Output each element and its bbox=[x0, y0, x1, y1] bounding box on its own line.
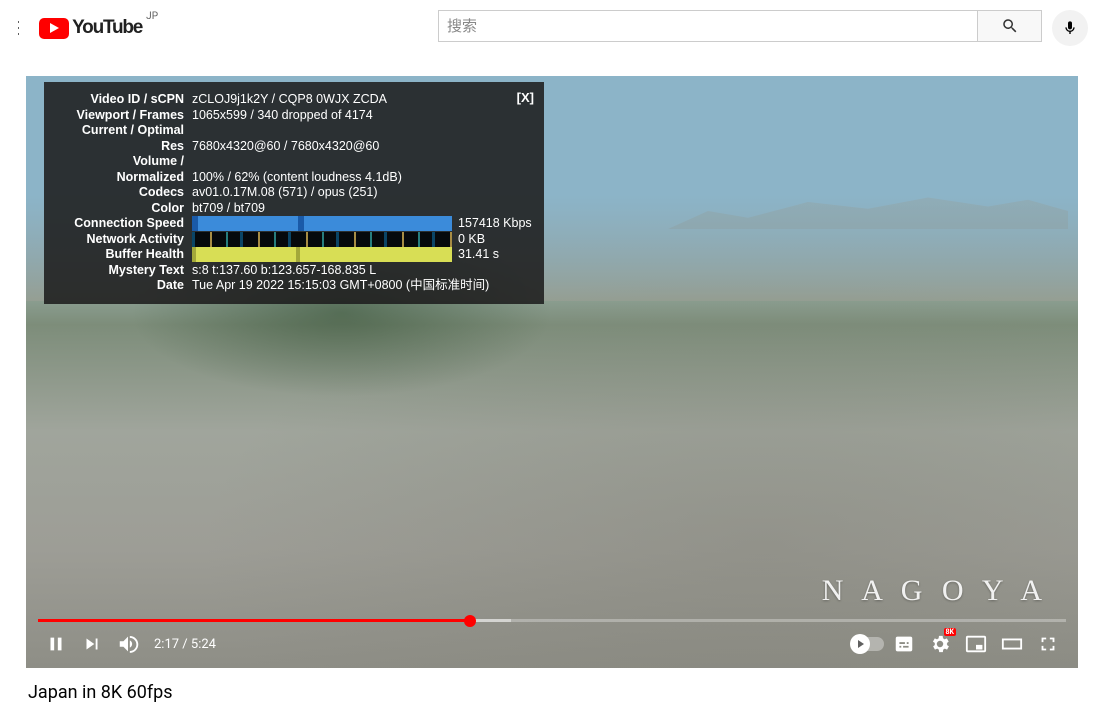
subtitles-button[interactable] bbox=[886, 626, 922, 662]
search-button[interactable] bbox=[978, 10, 1042, 42]
scenery-mountain bbox=[668, 184, 1068, 229]
nerd-row: Volume / bbox=[52, 154, 532, 170]
pause-button[interactable] bbox=[38, 626, 74, 662]
search-form bbox=[438, 10, 1088, 46]
nerd-value: bt709 / bt709 bbox=[192, 201, 532, 216]
nerd-row: Buffer Health 31.41 s bbox=[52, 247, 532, 263]
youtube-icon bbox=[39, 18, 69, 39]
subtitles-icon bbox=[893, 633, 915, 655]
nerd-value: zCLOJ9j1k2Y / CQP8 0WJX ZCDA bbox=[192, 92, 532, 107]
nerd-value: 0 KB bbox=[452, 232, 532, 247]
nerd-row: DateTue Apr 19 2022 15:15:03 GMT+0800 (中… bbox=[52, 278, 532, 294]
theater-button[interactable] bbox=[994, 626, 1030, 662]
nerd-value: Tue Apr 19 2022 15:15:03 GMT+0800 (中国标准时… bbox=[192, 278, 532, 293]
nerd-row: Network Activity 0 KB bbox=[52, 232, 532, 248]
miniplayer-icon bbox=[965, 633, 987, 655]
nerd-label: Current / Optimal bbox=[52, 123, 192, 138]
guide-button[interactable] bbox=[16, 16, 21, 40]
next-icon bbox=[81, 633, 103, 655]
nerd-row: Res7680x4320@60 / 7680x4320@60 bbox=[52, 139, 532, 155]
logo[interactable]: YouTube JP bbox=[39, 17, 158, 39]
volume-button[interactable] bbox=[110, 626, 146, 662]
nerd-label: Mystery Text bbox=[52, 263, 192, 278]
nerd-bar bbox=[192, 216, 452, 231]
fullscreen-button[interactable] bbox=[1030, 626, 1066, 662]
nerd-close-button[interactable]: [X] bbox=[517, 90, 534, 106]
nerd-row: Normalized100% / 62% (content loudness 4… bbox=[52, 170, 532, 186]
search-icon bbox=[1001, 17, 1019, 35]
nerd-label: Video ID / sCPN bbox=[52, 92, 192, 107]
theater-icon bbox=[1001, 633, 1023, 655]
gear-icon bbox=[929, 633, 951, 655]
search-input[interactable] bbox=[438, 10, 978, 42]
autoplay-toggle[interactable] bbox=[850, 626, 886, 662]
player-controls: 2:17 / 5:24 8K bbox=[26, 620, 1078, 668]
video-player[interactable]: N A G O Y A [X] Video ID / sCPNzCLOJ9j1k… bbox=[26, 76, 1078, 668]
settings-button[interactable]: 8K bbox=[922, 626, 958, 662]
volume-icon bbox=[117, 633, 139, 655]
nerd-row: Colorbt709 / bt709 bbox=[52, 201, 532, 217]
nerd-row: Connection Speed 157418 Kbps bbox=[52, 216, 532, 232]
video-title: Japan in 8K 60fps bbox=[28, 682, 1076, 703]
next-button[interactable] bbox=[74, 626, 110, 662]
nerd-value: 1065x599 / 340 dropped of 4174 bbox=[192, 108, 532, 123]
nerd-row: Codecsav01.0.17M.08 (571) / opus (251) bbox=[52, 185, 532, 201]
time-display: 2:17 / 5:24 bbox=[154, 637, 216, 652]
nerd-value: 157418 Kbps bbox=[452, 216, 532, 231]
fullscreen-icon bbox=[1037, 633, 1059, 655]
nerd-value: 7680x4320@60 / 7680x4320@60 bbox=[192, 139, 532, 154]
nerd-label: Viewport / Frames bbox=[52, 108, 192, 123]
microphone-icon bbox=[1062, 20, 1078, 36]
miniplayer-button[interactable] bbox=[958, 626, 994, 662]
nerd-value: av01.0.17M.08 (571) / opus (251) bbox=[192, 185, 532, 200]
video-overlay-text: N A G O Y A bbox=[822, 574, 1048, 608]
pause-icon bbox=[45, 633, 67, 655]
nerd-label: Codecs bbox=[52, 185, 192, 200]
nerd-bar bbox=[192, 247, 452, 262]
nerd-label: Network Activity bbox=[52, 232, 192, 247]
nerd-label: Normalized bbox=[52, 170, 192, 185]
nerd-label: Date bbox=[52, 278, 192, 293]
nerd-bar bbox=[192, 232, 452, 247]
stats-for-nerds-panel: [X] Video ID / sCPNzCLOJ9j1k2Y / CQP8 0W… bbox=[44, 82, 544, 304]
nerd-row: Mystery Texts:8 t:137.60 b:123.657-168.8… bbox=[52, 263, 532, 279]
nerd-label: Res bbox=[52, 139, 192, 154]
nerd-value: 31.41 s bbox=[452, 247, 532, 262]
masthead: YouTube JP bbox=[0, 0, 1104, 56]
nerd-row: Video ID / sCPNzCLOJ9j1k2Y / CQP8 0WJX Z… bbox=[52, 92, 532, 108]
nerd-label: Buffer Health bbox=[52, 247, 192, 262]
region-code: JP bbox=[146, 11, 158, 22]
nerd-row: Viewport / Frames1065x599 / 340 dropped … bbox=[52, 108, 532, 124]
quality-badge: 8K bbox=[944, 628, 956, 636]
nerd-label: Volume / bbox=[52, 154, 192, 169]
nerd-row: Current / Optimal bbox=[52, 123, 532, 139]
nerd-value: 100% / 62% (content loudness 4.1dB) bbox=[192, 170, 532, 185]
nerd-label: Color bbox=[52, 201, 192, 216]
logo-text: YouTube bbox=[72, 17, 142, 39]
nerd-label: Connection Speed bbox=[52, 216, 192, 231]
nerd-value: s:8 t:137.60 b:123.657-168.835 L bbox=[192, 263, 532, 278]
voice-search-button[interactable] bbox=[1052, 10, 1088, 46]
